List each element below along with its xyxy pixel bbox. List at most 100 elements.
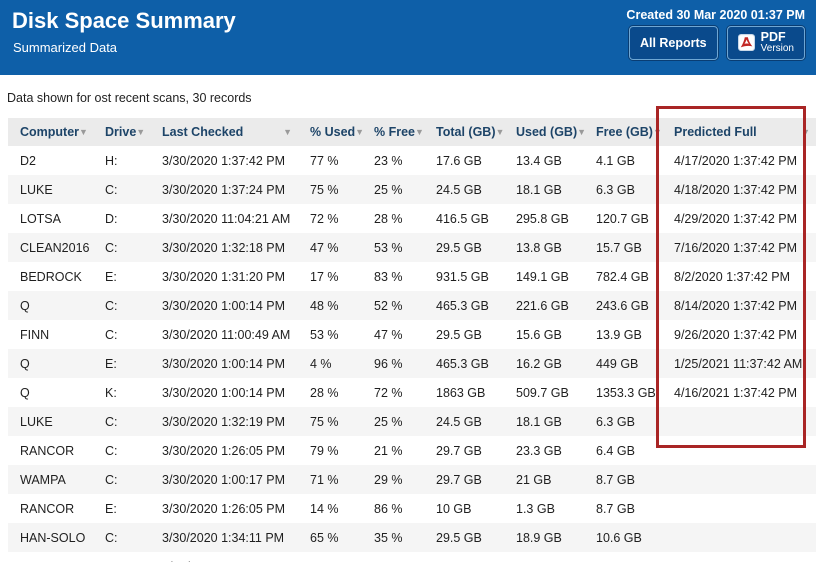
column-header-drive[interactable]: Drive▼: [93, 118, 150, 146]
cell-free: 13.4 GB: [584, 552, 662, 562]
cell-drive: D:: [93, 204, 150, 233]
cell-total: 29.7 GB: [424, 436, 504, 465]
column-header-computer[interactable]: Computer▼: [8, 118, 93, 146]
cell-pct_used: 77 %: [298, 146, 362, 175]
cell-drive: E:: [93, 349, 150, 378]
cell-drive: C:: [93, 175, 150, 204]
sort-dropdown-icon[interactable]: ▼: [415, 128, 424, 137]
column-header-pct_used[interactable]: % Used▼: [298, 118, 362, 146]
cell-pct_free: 72 %: [362, 378, 424, 407]
cell-predicted: 1/25/2021 11:37:42 AM: [662, 349, 816, 378]
column-header-total[interactable]: Total (GB)▼: [424, 118, 504, 146]
table-row: QE:3/30/2020 1:00:14 PM4 %96 %465.3 GB16…: [8, 349, 816, 378]
cell-predicted: [662, 436, 816, 465]
cell-pct_free: 47 %: [362, 320, 424, 349]
cell-free: 8.7 GB: [584, 465, 662, 494]
column-header-free[interactable]: Free (GB)▼: [584, 118, 662, 146]
column-label-pct_used: % Used: [310, 125, 355, 139]
cell-predicted: [662, 494, 816, 523]
cell-computer: LUKE: [8, 175, 93, 204]
cell-used: 13.8 GB: [504, 233, 584, 262]
cell-pct_free: 28 %: [362, 204, 424, 233]
cell-total: 29.5 GB: [424, 523, 504, 552]
cell-free: 4.1 GB: [584, 146, 662, 175]
cell-predicted: 4/18/2020 1:37:42 PM: [662, 175, 816, 204]
cell-used: 21 GB: [504, 465, 584, 494]
cell-predicted: 4/16/2021 1:37:42 PM: [662, 378, 816, 407]
cell-used: 509.7 GB: [504, 378, 584, 407]
column-header-pct_free[interactable]: % Free▼: [362, 118, 424, 146]
cell-pct_free: 52 %: [362, 291, 424, 320]
cell-drive: E:: [93, 494, 150, 523]
sort-dropdown-icon[interactable]: ▼: [801, 128, 810, 137]
cell-last_checked: 3/30/2020 11:04:21 AM: [150, 204, 298, 233]
table-row: RANCORE:3/30/2020 1:26:05 PM14 %86 %10 G…: [8, 494, 816, 523]
cell-predicted: 7/16/2020 1:37:42 PM: [662, 233, 816, 262]
sort-dropdown-icon[interactable]: ▼: [495, 128, 504, 137]
header-banner: Disk Space Summary Summarized Data Creat…: [0, 0, 816, 75]
table-body: D2H:3/30/2020 1:37:42 PM77 %23 %17.6 GB1…: [8, 146, 816, 562]
cell-computer: CLEAN2016: [8, 233, 93, 262]
column-label-last_checked: Last Checked: [162, 125, 243, 139]
sort-dropdown-icon[interactable]: ▼: [136, 128, 145, 137]
cell-computer: FINN: [8, 320, 93, 349]
sort-dropdown-icon[interactable]: ▼: [577, 128, 586, 137]
column-label-computer: Computer: [20, 125, 79, 139]
cell-pct_free: 35 %: [362, 523, 424, 552]
records-info-line: Data shown for ost recent scans, 30 reco…: [7, 91, 816, 105]
cell-pct_used: 47 %: [298, 233, 362, 262]
cell-predicted: [662, 465, 816, 494]
cell-last_checked: 3/30/2020 1:37:42 PM: [150, 146, 298, 175]
sort-dropdown-icon[interactable]: ▼: [653, 128, 662, 137]
sort-dropdown-icon[interactable]: ▼: [283, 128, 292, 137]
cell-computer: Q: [8, 378, 93, 407]
cell-last_checked: 3/30/2020 1:00:14 PM: [150, 291, 298, 320]
cell-total: 29.7 GB: [424, 465, 504, 494]
cell-used: 221.6 GB: [504, 291, 584, 320]
cell-total: 24.5 GB: [424, 407, 504, 436]
sort-dropdown-icon[interactable]: ▼: [355, 128, 364, 137]
cell-pct_used: 4 %: [298, 349, 362, 378]
table-row: HAN-SOLOC:3/30/2020 1:34:11 PM65 %35 %29…: [8, 523, 816, 552]
cell-predicted: 8/2/2020 1:37:42 PM: [662, 262, 816, 291]
cell-drive: C:: [93, 291, 150, 320]
cell-pct_free: 21 %: [362, 436, 424, 465]
table-row: LUKEC:3/30/2020 1:32:19 PM75 %25 %24.5 G…: [8, 407, 816, 436]
column-header-last_checked[interactable]: Last Checked ▼: [150, 118, 298, 146]
cell-pct_used: 53 %: [298, 320, 362, 349]
column-header-used[interactable]: Used (GB)▼: [504, 118, 584, 146]
cell-pct_free: 23 %: [362, 146, 424, 175]
pdf-version-button[interactable]: PDF Version: [727, 26, 805, 60]
cell-total: 29.5 GB: [424, 320, 504, 349]
cell-last_checked: 3/30/2020 1:37:24 PM: [150, 175, 298, 204]
cell-used: 18.1 GB: [504, 407, 584, 436]
cell-free: 449 GB: [584, 349, 662, 378]
cell-drive: C:: [93, 552, 150, 562]
cell-used: 18.9 GB: [504, 523, 584, 552]
cell-pct_used: 72 %: [298, 204, 362, 233]
cell-free: 8.7 GB: [584, 494, 662, 523]
all-reports-button[interactable]: All Reports: [629, 26, 718, 60]
table-row: LUKEC:3/30/2020 1:37:24 PM75 %25 %24.5 G…: [8, 175, 816, 204]
cell-total: 465.3 GB: [424, 291, 504, 320]
cell-pct_free: 25 %: [362, 175, 424, 204]
sort-dropdown-icon[interactable]: ▼: [79, 128, 88, 137]
cell-pct_free: 96 %: [362, 349, 424, 378]
cell-drive: C:: [93, 233, 150, 262]
cell-pct_used: 75 %: [298, 407, 362, 436]
cell-free: 13.9 GB: [584, 320, 662, 349]
cell-free: 243.6 GB: [584, 291, 662, 320]
cell-drive: H:: [93, 146, 150, 175]
table-row: LOTSAD:3/30/2020 11:04:21 AM72 %28 %416.…: [8, 204, 816, 233]
cell-computer: Q: [8, 349, 93, 378]
disk-space-table: Computer▼Drive▼Last Checked▼% Used▼% Fre…: [8, 118, 816, 562]
cell-last_checked: 3/30/2020 1:34:11 PM: [150, 523, 298, 552]
cell-drive: C:: [93, 436, 150, 465]
cell-last_checked: 3/30/2020 1:00:14 PM: [150, 349, 298, 378]
cell-last_checked: 3/30/2020 1:37:00 PM: [150, 552, 298, 562]
cell-drive: C:: [93, 407, 150, 436]
column-label-drive: Drive: [105, 125, 136, 139]
column-header-predicted[interactable]: Predicted Full▼: [662, 118, 816, 146]
cell-computer: RANCOR: [8, 436, 93, 465]
cell-total: 29.5 GB: [424, 233, 504, 262]
